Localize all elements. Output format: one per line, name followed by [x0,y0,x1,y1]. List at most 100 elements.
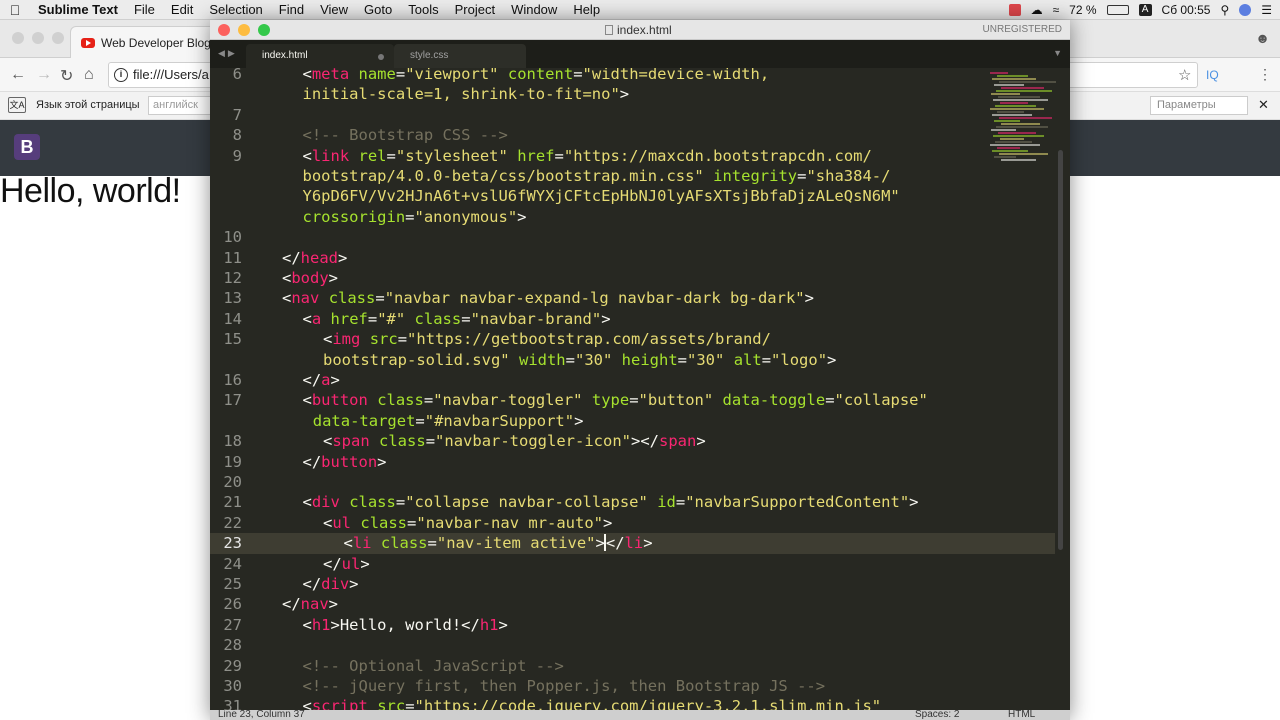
menu-file[interactable]: File [126,2,163,17]
code-line[interactable]: 15 <img src="https://getbootstrap.com/ass… [210,329,1055,349]
code-line[interactable]: data-target="#navbarSupport"> [210,411,1055,431]
close-button[interactable] [218,24,230,36]
menu-view[interactable]: View [312,2,356,17]
code-token: width [518,350,566,369]
browser-minimize-button[interactable] [32,32,44,44]
code-editor[interactable]: 6 <meta name="viewport" content="width=de… [210,68,1070,710]
zoom-button[interactable] [258,24,270,36]
code-line[interactable]: 22 <ul class="navbar-nav mr-auto"> [210,513,1055,533]
menu-edit[interactable]: Edit [163,2,201,17]
cloud-icon[interactable]: ☁ [1031,3,1043,17]
profile-icon[interactable]: ☻ [1255,30,1270,46]
minimize-button[interactable] [238,24,250,36]
tab-dropdown-icon[interactable]: ▼ [1053,48,1062,58]
spotlight-search-icon[interactable]: ⚲ [1220,3,1229,17]
code-line[interactable]: 13 <nav class="navbar navbar-expand-lg na… [210,288,1055,308]
bookmark-star-icon[interactable]: ☆ [1178,66,1191,84]
menu-app-name[interactable]: Sublime Text [30,2,126,17]
input-source-icon[interactable]: A [1138,4,1152,16]
code-line[interactable]: bootstrap/4.0.0-beta/css/bootstrap.min.c… [210,166,1055,186]
siri-icon[interactable] [1239,4,1252,16]
mac-menubar:  Sublime Text File Edit Selection Find … [0,0,1280,20]
code-line[interactable]: 9 <link rel="stylesheet" href="https://ma… [210,146,1055,166]
code-line[interactable]: 26 </nav> [210,594,1055,614]
browser-zoom-button[interactable] [52,32,64,44]
code-line[interactable]: crossorigin="anonymous"> [210,207,1055,227]
translate-params-button[interactable]: Параметры [1150,96,1248,115]
bootstrap-logo[interactable]: B [14,134,40,160]
wifi-icon[interactable]: ≈ [1053,3,1060,17]
minimap-line [997,75,1028,77]
code-line[interactable]: 30 <!-- jQuery first, then Popper.js, the… [210,676,1055,696]
browser-close-button[interactable] [12,32,24,44]
menu-selection[interactable]: Selection [201,2,270,17]
minimap-line [998,96,1040,98]
tab-style-css[interactable]: style.css [394,44,526,68]
unsaved-dot-icon[interactable] [378,54,384,60]
record-icon[interactable] [1008,4,1021,16]
code-line[interactable]: 21 <div class="collapse navbar-collapse" … [210,492,1055,512]
code-line[interactable]: 19 </button> [210,452,1055,472]
code-line[interactable]: 23 <li class="nav-item active"></li> [210,533,1055,554]
minimap-line [990,108,1044,110]
code-line[interactable]: 8 <!-- Bootstrap CSS --> [210,125,1055,145]
translate-close-icon[interactable]: ✕ [1258,97,1269,113]
code-line[interactable]: 24 </ul> [210,554,1055,574]
menu-dots-icon[interactable]: ⋮ [1258,66,1272,83]
code-token: = [629,391,639,410]
code-token: </ [323,554,342,573]
code-line[interactable]: 11 </head> [210,248,1055,268]
menu-tools[interactable]: Tools [400,2,446,17]
code-line[interactable]: 17 <button class="navbar-toggler" type="b… [210,390,1055,410]
code-token: "navbar-toggler" [433,391,583,410]
code-line[interactable]: 20 [210,472,1055,492]
code-line[interactable]: Y6pD6FV/Vv2HJnA6t+vslU6fWYXjCFtcEpHbNJ0l… [210,186,1055,206]
code-line[interactable]: 12 <body> [210,268,1055,288]
code-line[interactable]: bootstrap-solid.svg" width="30" height="… [210,350,1055,370]
code-token: < [302,391,312,410]
code-line[interactable]: 25 </div> [210,574,1055,594]
code-token: > [517,207,527,226]
back-icon[interactable]: ← [10,66,26,84]
code-line[interactable]: 6 <meta name="viewport" content="width=de… [210,68,1055,84]
code-line[interactable]: 7 [210,105,1055,125]
status-syntax[interactable]: HTML [1008,710,1035,720]
code-line[interactable]: 16 </a> [210,370,1055,390]
browser-tab[interactable]: Web Developer Blog - [70,26,230,58]
extension-icon[interactable]: IQ [1206,68,1219,82]
menu-goto[interactable]: Goto [356,2,400,17]
home-icon[interactable]: ⌂ [84,66,94,84]
code-line[interactable]: 18 <span class="navbar-toggler-icon"></sp… [210,431,1055,451]
minimap-line [994,120,1020,122]
code-token: > [330,371,340,389]
code-line[interactable]: 29 <!-- Optional JavaScript --> [210,656,1055,676]
code-line[interactable]: initial-scale=1, shrink-to-fit=no"> [210,84,1055,104]
tab-index-html[interactable]: index.html [246,44,394,68]
code-text: </ul> [323,554,370,574]
battery-text[interactable]: 72 % [1069,3,1096,17]
notification-center-icon[interactable]: ☰ [1261,3,1272,17]
status-spaces[interactable]: Spaces: 2 [915,710,959,720]
code-line[interactable]: 14 <a href="#" class="navbar-brand"> [210,309,1055,329]
apple-menu-icon[interactable]:  [0,2,30,18]
info-icon[interactable]: i [114,68,128,82]
code-token: > [827,350,837,369]
code-line[interactable]: 10 [210,227,1055,247]
menu-find[interactable]: Find [271,2,312,17]
reload-icon[interactable]: ↻ [60,66,73,86]
vertical-scrollbar[interactable] [1058,150,1063,550]
tab-scroll-arrows-icon[interactable]: ◀▶ [218,48,238,59]
code-token: < [302,309,312,328]
clock[interactable]: Сб 00:55 [1162,3,1211,17]
menu-help[interactable]: Help [565,2,608,17]
forward-icon[interactable]: → [36,66,52,84]
menu-window[interactable]: Window [503,2,565,17]
menu-project[interactable]: Project [447,2,503,17]
battery-icon[interactable] [1106,5,1129,15]
minimap[interactable] [990,72,1056,168]
code-line[interactable]: 31 <script src="https://code.jquery.com/j… [210,696,1055,710]
code-line[interactable]: 28 [210,635,1055,655]
code-line[interactable]: 27 <h1>Hello, world!</h1> [210,615,1055,635]
